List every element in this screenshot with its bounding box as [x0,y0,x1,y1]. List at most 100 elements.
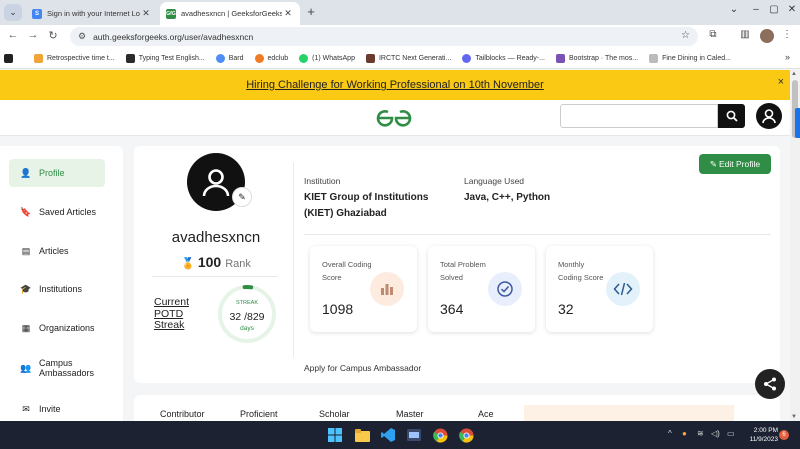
institution-label: Institution [304,176,341,186]
sidebar-item-invite[interactable]: ✉ Invite [9,395,105,423]
wifi-icon[interactable]: ≋ [697,429,704,438]
badge-tab-master[interactable]: Master [396,409,424,419]
minimize-icon[interactable]: – [748,4,764,15]
chrome-icon[interactable] [432,427,448,443]
search-input[interactable] [560,104,718,128]
bookmark-item[interactable]: Tailblocks — Ready-... [462,53,545,63]
windows-start-icon[interactable] [327,427,343,443]
sidebar-item-saved-articles[interactable]: 🔖 Saved Articles [9,198,105,226]
bookmark-item[interactable]: edclub [254,53,288,63]
file-explorer-icon[interactable] [354,427,370,443]
bookmark-favicon-icon [462,53,472,63]
streak-value: 32 /829 [229,311,265,323]
bookmark-item[interactable]: Fine Dining in Caled... [649,53,731,63]
person-icon: 👤 [20,167,32,178]
chevron-down-icon[interactable]: ⌄ [726,4,742,15]
bookmark-favicon-icon [215,53,225,63]
gfg-logo-icon[interactable] [374,108,414,128]
site-info-icon[interactable]: ⚙ [78,31,86,42]
rank-label: Rank [225,258,251,270]
medal-icon: 🏅 [181,258,195,270]
bookmark-item[interactable]: Retrospective time t... [34,53,115,63]
stat-card-coding-score: Overall Coding Score 1098 [310,246,417,332]
bookmark-apps[interactable] [4,53,23,63]
notification-badge[interactable]: 6 [779,430,789,440]
menu-kebab-icon[interactable]: ⋮ [780,29,794,40]
battery-icon[interactable]: ▭ [727,429,735,438]
back-icon[interactable]: ← [6,29,20,41]
hiring-banner-link[interactable]: Hiring Challenge for Working Professiona… [246,79,544,91]
bookmark-item[interactable]: IRCTC Next Generati... [365,53,451,63]
address-bar[interactable]: ⚙ auth.geeksforgeeks.org/user/avadhesxnc… [70,27,698,46]
bookmark-item[interactable]: Typing Test English... [125,53,205,63]
bookmark-star-icon[interactable]: ☆ [681,30,690,41]
banner-close-icon[interactable]: × [778,76,784,88]
bookmarks-overflow-icon[interactable]: » [785,52,790,62]
search-button[interactable] [718,104,745,128]
graduation-cap-icon: 🎓 [20,283,32,294]
pencil-icon: ✎ [709,158,717,169]
vscode-icon[interactable] [380,427,396,443]
side-panel-handle[interactable] [795,108,800,138]
terminal-icon[interactable] [406,427,422,443]
sidebar-item-articles[interactable]: ▤ Articles [9,237,105,265]
sidebar-item-campus-ambassadors[interactable]: 👥 Campus Ambassadors [9,354,113,382]
browser-toolbar: ← → ↻ ⚙ auth.geeksforgeeks.org/user/avad… [0,25,800,48]
side-panel-icon[interactable]: ▥ [738,29,752,40]
browser-tab-1[interactable]: S Sign in with your Internet Login ✕ [26,2,158,25]
sidebar-item-institutions[interactable]: 🎓 Institutions [9,275,105,303]
scroll-down-icon[interactable]: ▼ [791,414,797,420]
bookmark-item[interactable]: Bard [215,53,244,63]
browser-tab-2[interactable]: GfG avadhesxncn | GeeksforGeeks P ✕ [160,2,300,25]
share-button[interactable] [755,369,785,399]
sidebar-item-profile[interactable]: 👤 Profile [9,159,105,187]
badge-tab-proficient[interactable]: Proficient [240,409,278,419]
bookmark-favicon-icon [125,53,135,63]
tab-close-icon[interactable]: ✕ [140,8,152,19]
sidebar-item-organizations[interactable]: ▦ Organizations [9,314,105,342]
scroll-up-icon[interactable]: ▲ [791,71,797,77]
extensions-icon[interactable]: ⧉ [706,29,720,40]
bookmark-item[interactable]: Bootstrap · The mos... [555,53,638,63]
stat-value: 32 [558,301,574,317]
bookmark-favicon-icon [34,53,43,63]
volume-icon[interactable]: ◁) [711,429,720,438]
tab-close-icon[interactable]: ✕ [282,8,294,19]
stat-card-problems-solved: Total Problem Solved 364 [428,246,535,332]
edit-profile-button[interactable]: ✎ Edit Profile [699,154,771,174]
reload-icon[interactable]: ↻ [46,29,60,42]
user-avatar-button[interactable] [756,103,782,129]
tray-chevron-icon[interactable]: ^ [668,429,672,438]
edit-avatar-pencil-icon[interactable]: ✎ [232,187,252,207]
profile-avatar-icon[interactable] [760,29,774,43]
divider [152,276,278,277]
bookmark-item[interactable]: (1) WhatsApp [299,53,355,63]
window-close-icon[interactable]: ✕ [784,4,800,15]
chrome-profile-icon[interactable] [458,427,474,443]
tab-title: Sign in with your Internet Login [47,9,140,18]
bar-chart-icon [370,272,404,306]
bookmark-favicon-icon [365,53,375,63]
campus-ambassador-link[interactable]: Apply for Campus Ambassador [304,363,421,373]
new-tab-icon[interactable]: + [304,5,318,19]
badge-tab-scholar[interactable]: Scholar [319,409,350,419]
bookmark-favicon-icon [299,53,309,63]
stat-value: 364 [440,301,464,317]
building-icon: ▦ [21,322,31,333]
bookmark-favicon-icon [555,53,565,63]
stat-label: Monthly Coding Score [558,260,604,282]
tab-search-icon[interactable]: ⌄ [4,4,22,21]
mail-icon: ✉ [22,403,30,414]
language-value: Java, C++, Python [464,192,551,203]
bookmarks-bar: Retrospective time t... Typing Test Engl… [0,48,800,69]
forward-icon[interactable]: → [26,29,40,41]
potd-streak-link[interactable]: Current POTD Streak [154,296,204,332]
badge-tab-contributor[interactable]: Contributor [160,409,205,419]
streak-label: STREAK [235,300,258,306]
language-label: Language Used [464,176,525,186]
tray-app-icon[interactable]: ● [682,429,687,438]
taskbar-clock[interactable]: 2:00 PM 11/9/2023 [738,426,778,444]
badge-tab-ace[interactable]: Ace [478,409,494,419]
badge-banner [524,405,734,421]
restore-icon[interactable]: ▢ [766,4,782,15]
